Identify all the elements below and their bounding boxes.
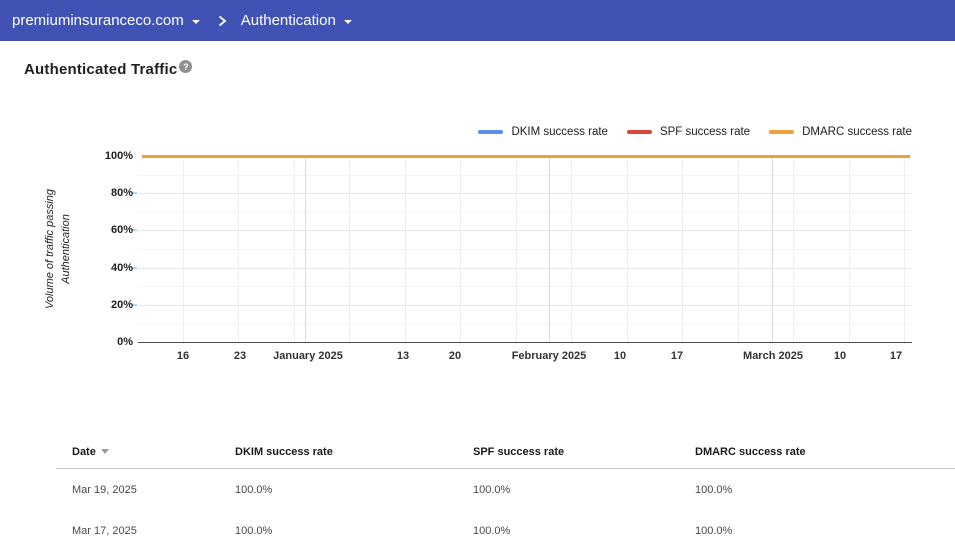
x-axis-tick-label: January 2025 (273, 350, 343, 362)
legend-item-spf: SPF success rate (627, 126, 750, 138)
x-axis-tick-label: 17 (671, 350, 683, 362)
chart-legend: DKIM success rate SPF success rate DMARC s… (478, 126, 912, 138)
gridline-horizontal (138, 323, 912, 324)
table-cell-value: 100.0% (695, 525, 955, 537)
table-cell-value: 100.0% (695, 484, 955, 496)
gridline-horizontal (138, 249, 912, 250)
y-axis-tick-label: 0% (85, 336, 133, 348)
section-selector[interactable]: Authentication (241, 12, 352, 29)
gridline-vertical-week (793, 156, 794, 342)
page-title-row: Authenticated Traffic ? (24, 61, 192, 78)
table-cell-value: 100.0% (473, 525, 695, 537)
y-axis-tick-label: 100% (85, 150, 133, 162)
legend-item-dmarc: DMARC success rate (769, 126, 912, 138)
x-axis-tick-label: 17 (890, 350, 902, 362)
legend-label: DKIM success rate (511, 126, 608, 138)
data-table: Date DKIM success rate SPF success rate … (56, 440, 955, 551)
gridline-horizontal (138, 175, 912, 176)
help-icon[interactable]: ? (179, 60, 192, 73)
gridline-vertical-week (571, 156, 572, 342)
gridline-horizontal (138, 212, 912, 213)
x-axis-tick-label: 10 (834, 350, 846, 362)
x-axis-ticks: 16 23 January 2025 13 20 February 2025 10 17 Mar… (142, 350, 912, 366)
gridline-vertical-week (405, 156, 406, 342)
page: premiuminsuranceco.com Authentication Au… (0, 0, 955, 556)
table-cell-value: 100.0% (235, 484, 473, 496)
legend-swatch (478, 130, 503, 134)
x-axis-tick-label: 13 (397, 350, 409, 362)
x-axis-tick-label: 23 (234, 350, 246, 362)
caret-down-icon (192, 20, 200, 24)
table-row: Mar 17, 2025100.0%100.0%100.0% (56, 510, 955, 551)
y-axis-tick-label: 60% (85, 224, 133, 236)
y-axis-tick-label: 80% (85, 187, 133, 199)
table-header-row: Date DKIM success rate SPF success rate … (56, 440, 955, 463)
plot-area (142, 156, 912, 342)
gridline-vertical-week (738, 156, 739, 342)
sort-descending-icon (101, 449, 109, 454)
legend-swatch (627, 130, 652, 134)
x-axis-line (138, 342, 912, 343)
x-axis-tick-label: 20 (449, 350, 461, 362)
gridline-horizontal (138, 268, 912, 269)
table-header-spf: SPF success rate (473, 446, 695, 458)
x-axis-tick-label: 16 (177, 350, 189, 362)
gridline-vertical-week (460, 156, 461, 342)
gridline-horizontal (138, 193, 912, 194)
top-navigation-bar: premiuminsuranceco.com Authentication (0, 0, 955, 41)
table-header-dmarc: DMARC success rate (695, 446, 955, 458)
gridline-horizontal (138, 305, 912, 306)
table-cell-value: 100.0% (235, 525, 473, 537)
table-header-dkim: DKIM success rate (235, 446, 473, 458)
gridline-vertical-month (549, 156, 550, 342)
x-axis-tick-label: February 2025 (512, 350, 587, 362)
x-axis-tick-label: March 2025 (743, 350, 803, 362)
domain-selector-label: premiuminsuranceco.com (12, 12, 184, 29)
legend-swatch (769, 130, 794, 134)
y-axis-title: Volume of traffic passing Authentication (43, 149, 75, 349)
gridline-vertical-week (183, 156, 184, 342)
table-cell-date: Mar 17, 2025 (72, 525, 235, 537)
gridline-horizontal (138, 286, 912, 287)
gridline-vertical-week (238, 156, 239, 342)
gridline-vertical-week (682, 156, 683, 342)
gridline-vertical-week (627, 156, 628, 342)
gridline-vertical-week (516, 156, 517, 342)
table-row: Mar 19, 2025100.0%100.0%100.0% (56, 469, 955, 510)
y-axis-tick-label: 20% (85, 299, 133, 311)
chevron-right-icon (217, 15, 227, 27)
table-cell-date: Mar 19, 2025 (72, 484, 235, 496)
table-cell-value: 100.0% (473, 484, 695, 496)
series-line-dmarc (142, 155, 910, 158)
table-header-date-label: Date (72, 446, 96, 458)
gridline-vertical-week (294, 156, 295, 342)
caret-down-icon (344, 20, 352, 24)
gridline-horizontal (138, 230, 912, 231)
gridline-vertical-month (305, 156, 306, 342)
legend-item-dkim: DKIM success rate (478, 126, 608, 138)
x-axis-tick-label: 10 (614, 350, 626, 362)
gridline-vertical-week (349, 156, 350, 342)
section-selector-label: Authentication (241, 12, 336, 29)
gridline-vertical-week (904, 156, 905, 342)
table-header-date[interactable]: Date (72, 446, 235, 458)
y-axis-tick-label: 40% (85, 262, 133, 274)
table-body: Mar 19, 2025100.0%100.0%100.0%Mar 17, 20… (56, 469, 955, 551)
legend-label: DMARC success rate (802, 126, 912, 138)
legend-label: SPF success rate (660, 126, 750, 138)
gridline-vertical-week (849, 156, 850, 342)
domain-selector[interactable]: premiuminsuranceco.com (12, 12, 200, 29)
gridline-vertical-month (772, 156, 773, 342)
page-title: Authenticated Traffic (24, 61, 177, 78)
